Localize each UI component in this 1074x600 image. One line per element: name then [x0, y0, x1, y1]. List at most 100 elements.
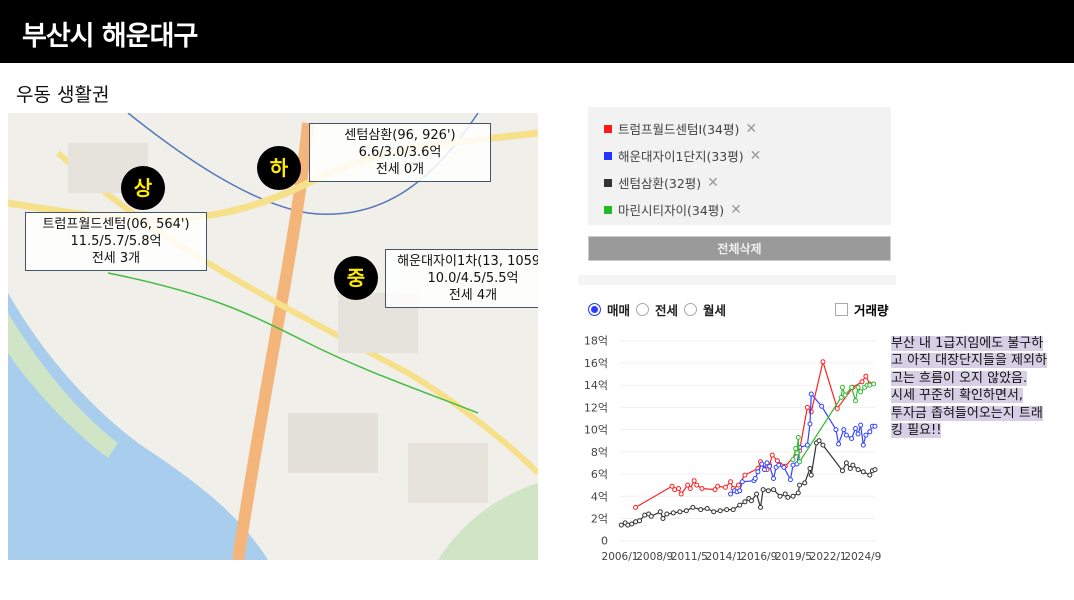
complex-name: 센텀삼환(96, 926'): [344, 128, 456, 143]
radio-jeonse[interactable]: [636, 303, 650, 316]
item-label: 센텀삼환(32평): [618, 176, 702, 191]
item-label: 트럼프월드센텀I(34평): [618, 122, 740, 137]
radio-label: 매매: [607, 303, 631, 318]
compare-item[interactable]: 센텀삼환(32평) ✕: [604, 173, 719, 192]
data-point: [670, 510, 676, 516]
complex-prices: 6.6/3.0/3.6억: [358, 145, 442, 160]
volume-toggle[interactable]: 거래량: [835, 300, 889, 319]
data-point: [622, 520, 628, 526]
data-point: [664, 511, 670, 517]
data-point: [795, 490, 801, 496]
data-point: [836, 441, 842, 447]
data-point: [808, 391, 814, 397]
data-point: [672, 487, 678, 493]
data-point: [790, 462, 796, 468]
data-point: [864, 382, 870, 388]
data-point: [860, 442, 866, 448]
data-point: [633, 519, 639, 525]
data-point: [833, 427, 839, 433]
data-point: [755, 465, 761, 471]
note-line: 투자금 좁혀들어오는지 트래: [891, 405, 1043, 421]
data-point: [764, 460, 770, 466]
data-point: [802, 480, 808, 486]
x-tick-label: 2011/5: [671, 551, 708, 563]
complex-name: 해운대자이1차(13, 1059'): [397, 254, 538, 269]
data-point: [797, 459, 803, 465]
radio-label: 월세: [703, 303, 727, 318]
data-point: [807, 421, 813, 427]
note-line: 킹 필요!!: [891, 423, 942, 439]
data-point: [773, 464, 779, 470]
complex-jeonse: 전세 3개: [91, 251, 141, 266]
river: [8, 293, 268, 560]
complex-label-samhwan[interactable]: 센텀삼환(96, 926') 6.6/3.0/3.6억 전세 0개: [309, 123, 491, 182]
close-icon[interactable]: ✕: [730, 202, 742, 218]
complex-label-trump[interactable]: 트럼프월드센텀(06, 564') 11.5/5.7/5.8억 전세 3개: [25, 212, 207, 271]
data-point: [728, 479, 734, 485]
close-icon[interactable]: ✕: [745, 121, 757, 137]
series-line: [635, 359, 871, 508]
data-point: [863, 373, 869, 379]
close-icon[interactable]: ✕: [750, 148, 762, 164]
data-point: [859, 379, 865, 385]
data-point: [735, 482, 741, 488]
data-point: [715, 483, 721, 489]
map[interactable]: 상 트럼프월드센텀(06, 564') 11.5/5.7/5.8억 전세 3개 …: [8, 113, 538, 560]
close-icon[interactable]: ✕: [707, 175, 719, 191]
x-tick-label: 2008/9: [636, 551, 673, 563]
data-point: [858, 422, 864, 428]
data-point: [618, 522, 624, 528]
data-point: [855, 467, 861, 473]
data-point: [648, 513, 654, 519]
data-point: [771, 487, 777, 493]
compare-item[interactable]: 트럼프월드센텀I(34평) ✕: [604, 119, 757, 138]
data-point: [785, 494, 791, 500]
color-swatch: [604, 124, 612, 133]
trade-type-radios: 매매 전세 월세: [588, 300, 726, 319]
data-point: [764, 467, 770, 473]
data-point: [869, 423, 875, 429]
complex-label-xi[interactable]: 해운대자이1차(13, 1059') 10.0/4.5/5.5억 전세 4개: [385, 249, 538, 308]
data-point: [869, 468, 875, 474]
data-point: [769, 452, 775, 458]
data-point: [871, 381, 877, 387]
data-point: [774, 458, 780, 464]
y-tick-label: 16억: [584, 357, 608, 370]
radio-sale[interactable]: [588, 303, 601, 316]
data-point: [646, 511, 652, 517]
note-line: 부산 내 1급지임에도 불구하: [891, 336, 1044, 351]
data-point: [777, 493, 783, 499]
data-point: [790, 493, 796, 499]
x-tick-label: 2022/1: [810, 551, 847, 563]
compare-item[interactable]: 마린시티자이(34평) ✕: [604, 200, 742, 219]
data-point: [790, 457, 796, 463]
radio-monthly[interactable]: [684, 303, 698, 316]
complex-jeonse: 전세 0개: [375, 162, 425, 177]
item-label: 마린시티자이(34평): [618, 203, 725, 218]
data-point: [724, 507, 730, 513]
data-point: [754, 491, 760, 497]
data-point: [782, 463, 788, 469]
data-point: [838, 394, 844, 400]
x-tick-label: 2006/1: [602, 551, 639, 563]
note-line: 시세 꾸준히 확인하면서,: [891, 388, 1023, 404]
data-point: [755, 469, 761, 475]
volume-checkbox[interactable]: [835, 303, 848, 316]
data-point: [793, 445, 799, 451]
data-point: [685, 482, 691, 488]
data-point: [737, 502, 743, 508]
data-point: [813, 440, 819, 446]
data-point: [867, 381, 873, 387]
volume-label: 거래량: [854, 303, 889, 318]
series-line: [730, 392, 875, 495]
data-point: [850, 384, 856, 390]
compare-item[interactable]: 해운대자이1단지(33평) ✕: [604, 146, 761, 165]
data-point: [730, 485, 736, 491]
delete-all-button[interactable]: 전체삭제: [588, 236, 891, 261]
data-point: [694, 482, 700, 488]
complex-name: 트럼프월드센텀(06, 564'): [42, 217, 190, 232]
grade-marker-high: 상: [121, 166, 165, 210]
data-point: [687, 485, 693, 491]
data-point: [862, 384, 868, 390]
divider: [578, 275, 896, 285]
